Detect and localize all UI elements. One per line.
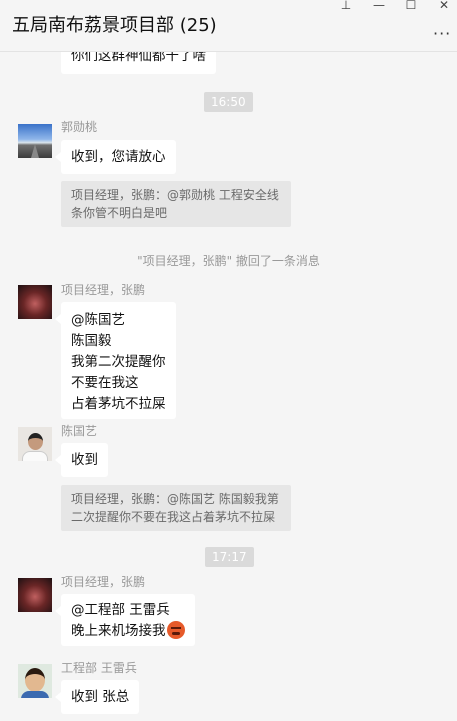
- chat-message-area[interactable]: 你们这群神仙都干了啥 16:50 郭勋桃 收到，您请放心 项目经理，张鹏：@郭勋…: [0, 0, 457, 721]
- message-text: 收到: [71, 452, 98, 468]
- avatar[interactable]: [18, 664, 52, 698]
- message-line: 晚上来机场接我: [71, 621, 185, 642]
- sender-name: 陈国艺: [61, 424, 98, 438]
- sender-name: 项目经理，张鹏: [61, 283, 146, 297]
- avatar[interactable]: [18, 578, 52, 612]
- pin-icon[interactable]: ⊥: [336, 0, 356, 13]
- message-bubble[interactable]: 收到 张总: [54, 680, 140, 714]
- quoted-message[interactable]: 项目经理，张鹏：@郭勋桃 工程安全线 条你管不明白是吧: [61, 181, 291, 227]
- angry-face-emoji-icon: [166, 621, 185, 639]
- sender-name: 项目经理，张鹏: [61, 575, 146, 589]
- message-line: 我第二次提醒你: [71, 354, 166, 370]
- message-line: 陈国毅: [71, 333, 112, 349]
- man-portrait-avatar-icon: [28, 433, 43, 450]
- quote-line: 二次提醒你不要在我这占着茅坑不拉屎: [71, 510, 276, 524]
- message-text: 收到 张总: [71, 689, 130, 705]
- quoted-message[interactable]: 项目经理，张鹏：@陈国艺 陈国毅我第 二次提醒你不要在我这占着茅坑不拉屎: [61, 485, 291, 531]
- chat-title: 五局南布荔景项目部 (25): [12, 15, 217, 36]
- message-bubble[interactable]: @工程部 王雷兵 晚上来机场接我: [55, 594, 195, 646]
- message-line: @工程部 王雷兵: [71, 602, 170, 618]
- timestamp: 17:17: [205, 547, 254, 567]
- avatar[interactable]: [18, 285, 52, 319]
- sender-name: 工程部 王雷兵: [61, 661, 137, 675]
- message-bubble[interactable]: 收到，您请放心: [55, 140, 176, 174]
- message-line: 不要在我这: [71, 375, 139, 391]
- avatar[interactable]: [18, 124, 52, 158]
- timestamp: 16:50: [204, 92, 253, 112]
- maximize-icon[interactable]: ☐: [401, 0, 421, 13]
- avatar[interactable]: [18, 427, 52, 461]
- message-bubble[interactable]: 收到: [55, 443, 108, 477]
- chat-header: 五局南布荔景项目部 (25) ⊥ — ☐ ✕ ···: [0, 0, 457, 52]
- message-line: @陈国艺: [71, 312, 125, 328]
- quote-line: 项目经理，张鹏：@郭勋桃 工程安全线: [71, 188, 279, 202]
- close-icon[interactable]: ✕: [434, 0, 454, 13]
- message-text: 收到，您请放心: [71, 149, 166, 165]
- message-text: 晚上来机场接我: [71, 623, 166, 639]
- sender-name: 郭勋桃: [61, 120, 98, 134]
- message-bubble[interactable]: @陈国艺 陈国毅 我第二次提醒你 不要在我这 占着茅坑不拉屎: [55, 302, 176, 419]
- quote-line: 项目经理，张鹏：@陈国艺 陈国毅我第: [71, 492, 279, 506]
- avatar-shirt: [22, 451, 48, 461]
- recall-notice: "项目经理，张鹏" 撤回了一条消息: [137, 254, 320, 268]
- minimize-icon[interactable]: —: [369, 0, 389, 13]
- quote-line: 条你管不明白是吧: [71, 206, 168, 220]
- more-options-icon[interactable]: ···: [433, 24, 451, 43]
- child-portrait-avatar-icon: [25, 668, 45, 692]
- message-line: 占着茅坑不拉屎: [71, 396, 166, 412]
- avatar-shirt: [21, 691, 49, 698]
- road-landscape-avatar-icon: [31, 144, 39, 158]
